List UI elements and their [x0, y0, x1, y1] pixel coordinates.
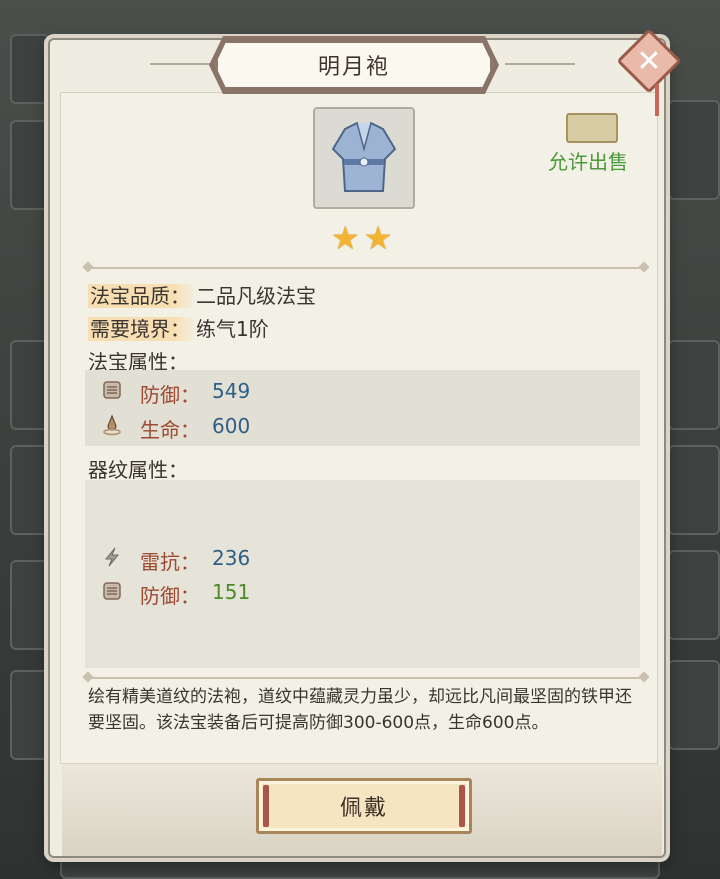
background-cell: [668, 660, 720, 750]
attr-name-thunder-resist: 雷抗：: [140, 550, 200, 574]
divider: [88, 267, 644, 269]
lightning-icon: [104, 547, 120, 567]
item-icon-frame: [313, 107, 415, 209]
attr-name-defense: 防御：: [140, 383, 200, 407]
divider: [88, 677, 644, 679]
close-icon[interactable]: ✕: [630, 42, 668, 80]
attr-value-defense: 549: [212, 379, 251, 403]
sell-allowed-label: 允许出售: [548, 150, 628, 174]
star-rating: ★ ★: [331, 222, 392, 254]
robe-icon: [331, 121, 397, 192]
item-description: 绘有精美道纹的法袍，道纹中蕴藏灵力虽少，却远比凡间最坚固的铁甲还要坚固。该法宝装…: [88, 687, 632, 733]
quality-label: 法宝品质：: [88, 284, 196, 308]
item-title: 明月袍: [317, 55, 390, 80]
attr-value-defense-pattern: 151: [212, 580, 251, 604]
realm-value: 练气1阶: [196, 317, 269, 341]
attr-name-defense-pattern: 防御：: [140, 584, 200, 608]
realm-label: 需要境界：: [88, 317, 196, 341]
star-icon: ★: [363, 219, 393, 257]
shield-icon: [103, 381, 121, 399]
star-icon: ★: [331, 219, 360, 257]
realm-row: 需要境界： 练气1阶: [88, 313, 269, 342]
chest-icon: [566, 113, 618, 143]
title-ornament-right: [505, 63, 575, 65]
background-cell: [668, 340, 720, 430]
shield-icon: [103, 582, 121, 600]
droplet-icon: [103, 414, 121, 436]
background-cell: [668, 100, 720, 200]
attr-value-life: 600: [212, 414, 251, 438]
background-cell: [668, 550, 720, 640]
pattern-attrs-header: 器纹属性：: [88, 458, 188, 482]
title-ornament-left: [150, 63, 210, 65]
background-cell: [668, 445, 720, 535]
wear-button[interactable]: 佩戴: [256, 778, 472, 834]
attr-name-life: 生命：: [140, 418, 200, 442]
tassel-decoration: [655, 84, 659, 116]
quality-value: 二品凡级法宝: [196, 284, 316, 308]
attr-value-thunder-resist: 236: [212, 546, 251, 570]
title-plate: 明月袍: [215, 40, 493, 90]
quality-row: 法宝品质： 二品凡级法宝: [88, 280, 316, 309]
